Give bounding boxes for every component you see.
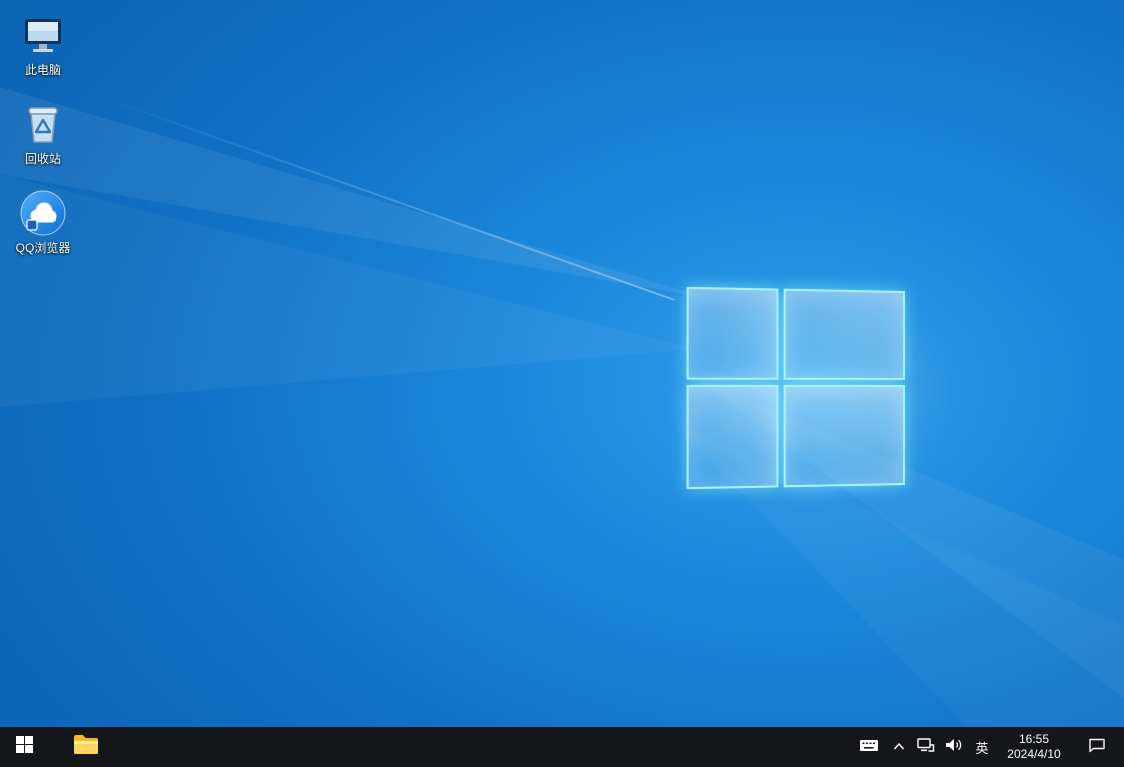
desktop-icon-column: 此电脑 回收站 [5,8,81,259]
windows-logo-pane [687,287,779,380]
taskbar: 英 16:55 2024/4/10 [0,727,1124,767]
desktop-icon-qq-browser[interactable]: QQ浏览器 [5,186,81,259]
file-explorer-icon [73,734,99,761]
taskbar-clock[interactable]: 16:55 2024/4/10 [996,727,1072,767]
desktop-icon-recycle-bin[interactable]: 回收站 [5,97,81,170]
light-beam [0,0,1124,727]
desktop-icon-label: 此电脑 [25,63,61,77]
recycle-bin-icon [19,100,67,148]
windows-logo-pane [784,385,905,487]
clock-time: 16:55 [1019,732,1049,747]
ime-label: 英 [975,738,988,757]
light-beam [0,0,1124,727]
clock-date: 2024/4/10 [1007,747,1060,762]
light-beam [0,0,1124,727]
speaker-icon [945,737,963,758]
windows-logo-pane [687,385,779,489]
windows-logo [687,287,905,489]
taskbar-left [0,727,108,767]
ime-language-indicator[interactable]: 英 [968,727,996,767]
volume-button[interactable] [940,727,968,767]
desktop-icon-label: QQ浏览器 [16,241,71,255]
desktop-wallpaper: 此电脑 回收站 [0,0,1124,727]
action-center-button[interactable] [1076,727,1118,767]
chevron-up-icon [893,738,905,756]
light-beam [0,0,1124,727]
desktop-icon-label: 回收站 [25,152,61,166]
windows-start-icon [16,736,33,758]
touch-keyboard-icon [859,737,879,758]
show-hidden-icons-button[interactable] [886,727,912,767]
qq-browser-icon [19,189,67,237]
desktop-icon-this-pc[interactable]: 此电脑 [5,8,81,81]
light-streak [90,92,675,301]
start-button[interactable] [0,727,48,767]
windows-logo-glow [600,220,1020,560]
action-center-icon [1088,737,1106,758]
network-status-button[interactable] [912,727,940,767]
system-tray: 英 16:55 2024/4/10 [852,727,1124,767]
touch-keyboard-button[interactable] [852,727,886,767]
file-explorer-button[interactable] [64,727,108,767]
this-pc-icon [19,11,67,59]
network-ethernet-icon [917,737,935,758]
windows-logo-pane [784,289,905,380]
